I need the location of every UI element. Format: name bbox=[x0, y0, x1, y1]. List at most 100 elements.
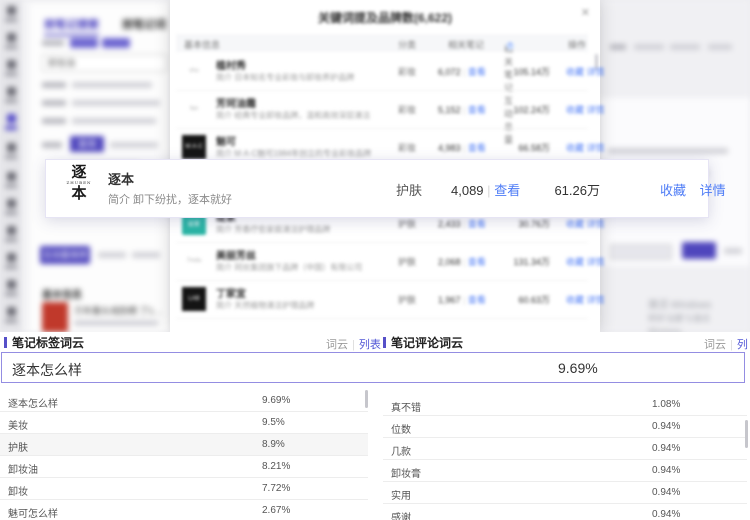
filter-chip[interactable] bbox=[70, 38, 98, 48]
fav-link[interactable]: 收藏 bbox=[566, 257, 584, 267]
detail-link[interactable]: 详情 bbox=[587, 257, 605, 267]
list-item[interactable]: 卸妆油8.21% bbox=[0, 456, 368, 478]
note-title[interactable]: 万年重头戏防晒 了1… bbox=[74, 304, 163, 317]
section-bar bbox=[4, 337, 7, 348]
sidebar-item[interactable] bbox=[4, 280, 18, 300]
view-link[interactable]: 查看 bbox=[468, 295, 486, 305]
brand-logo: M·A·C bbox=[182, 135, 206, 159]
brand-desc: 简介 卸下纷扰，逐本就好 bbox=[108, 191, 232, 207]
list-item[interactable]: 护肤8.9% bbox=[0, 434, 368, 456]
view-link[interactable]: 查看 bbox=[468, 105, 486, 115]
fav-link[interactable]: 收藏 bbox=[660, 183, 686, 198]
tag-cloud-toggle: 词云|列表 bbox=[326, 336, 381, 352]
brand-category: 护肤 bbox=[396, 180, 422, 199]
tag-list-scrollbar[interactable] bbox=[365, 390, 368, 408]
modal-title: 关键词提及品牌数(6,622) bbox=[170, 9, 600, 26]
bg-query-button[interactable] bbox=[682, 242, 716, 259]
bg-section-title: 基本信息 bbox=[42, 286, 82, 301]
col-actions: 操作 bbox=[568, 38, 586, 51]
nav-icon bbox=[7, 253, 16, 262]
view-link[interactable]: 查看 bbox=[468, 219, 486, 229]
nav-icon bbox=[7, 307, 16, 316]
detail-link[interactable]: 详情 bbox=[587, 105, 605, 115]
tooltip-label: 逐本怎么样 bbox=[12, 360, 82, 380]
detail-link[interactable]: 详情 bbox=[700, 183, 726, 198]
toggle-list[interactable]: 列表 bbox=[359, 339, 381, 351]
toggle-cloud[interactable]: 词云 bbox=[326, 339, 348, 351]
view-link[interactable]: 查看 bbox=[468, 257, 486, 267]
nav-icon bbox=[7, 33, 16, 42]
sidebar-item[interactable] bbox=[4, 33, 18, 53]
list-item[interactable]: 感谢0.94% bbox=[383, 504, 747, 520]
info-icon[interactable]: ? bbox=[506, 42, 514, 50]
fav-link[interactable]: 收藏 bbox=[566, 295, 584, 305]
comment-cloud-list: 真不错1.08% 位数0.94% 几款0.94% 卸妆膏0.94% 实用0.94… bbox=[383, 394, 747, 520]
list-item[interactable]: 卸妆膏0.94% bbox=[383, 460, 747, 482]
tab-search-by-note[interactable]: 按笔记搜索 bbox=[44, 16, 99, 36]
view-link[interactable]: 查看 bbox=[468, 67, 486, 77]
sidebar-item[interactable] bbox=[4, 172, 18, 192]
toggle-cloud[interactable]: 词云 bbox=[704, 339, 726, 351]
comment-list-scrollbar[interactable] bbox=[745, 420, 748, 448]
list-item[interactable]: 位数0.94% bbox=[383, 416, 747, 438]
sidebar-item-active[interactable] bbox=[4, 114, 18, 134]
tab-search-by-word[interactable]: 按笔记词 bbox=[122, 16, 166, 32]
list-item[interactable]: 魅可怎么样2.67% bbox=[0, 500, 368, 520]
detail-link[interactable]: 详情 bbox=[587, 219, 605, 229]
sidebar-item[interactable] bbox=[4, 87, 18, 107]
fav-link[interactable]: 收藏 bbox=[566, 143, 584, 153]
list-item[interactable]: 美妆9.5% bbox=[0, 412, 368, 434]
nav-icon bbox=[7, 6, 16, 15]
filter-chip[interactable] bbox=[102, 38, 130, 48]
list-item[interactable]: 卸妆7.72% bbox=[0, 478, 368, 500]
nav-icon bbox=[7, 172, 16, 181]
brand-interactions: 61.26万 bbox=[526, 180, 600, 199]
sort-button[interactable]: 互动量排序 bbox=[40, 246, 90, 264]
detail-link[interactable]: 详情 bbox=[587, 143, 605, 153]
list-item[interactable]: 逐本怎么样9.69% bbox=[0, 390, 368, 412]
highlighted-brand-row[interactable]: 逐 ZHUBEN 本 逐本 简介 卸下纷扰，逐本就好 护肤 4,089 | 查看… bbox=[45, 159, 709, 218]
note-thumbnail[interactable] bbox=[42, 302, 68, 332]
brand-logo: fan bbox=[182, 97, 206, 121]
list-item[interactable]: 真不错1.08% bbox=[383, 394, 747, 416]
hover-tooltip-row: 逐本怎么样 9.69% bbox=[1, 352, 745, 383]
nav-icon bbox=[7, 226, 16, 235]
table-row[interactable]: LAB 丁家宜 简介 天然植物清洁护理品牌 护肤 1,967 | 查看 60.6… bbox=[176, 280, 588, 319]
view-link[interactable]: 查看 bbox=[494, 183, 520, 198]
table-row[interactable]: shu 植村秀 简介 日本知名专业彩妆与卸妆养护品牌 彩妆 6,072 | 查看… bbox=[176, 52, 588, 91]
sidebar-item[interactable] bbox=[4, 253, 18, 273]
nav-icon bbox=[7, 143, 16, 152]
sidebar-item[interactable] bbox=[4, 60, 18, 80]
detail-link[interactable]: 详情 bbox=[587, 295, 605, 305]
fav-link[interactable]: 收藏 bbox=[566, 219, 584, 229]
nav-sidebar bbox=[0, 0, 22, 332]
sidebar-item[interactable] bbox=[4, 6, 18, 26]
nav-icon bbox=[7, 114, 16, 123]
brand-actions: 收藏 详情 bbox=[660, 180, 736, 199]
brand-logo: shu bbox=[182, 59, 206, 83]
brand-notes: 4,089 | 查看 bbox=[451, 180, 520, 199]
close-icon[interactable]: ✕ bbox=[581, 6, 590, 19]
brand-logo: LAB bbox=[182, 287, 206, 311]
sidebar-item[interactable] bbox=[4, 226, 18, 246]
section-bar bbox=[383, 337, 386, 348]
detail-link[interactable]: 详情 bbox=[587, 67, 605, 77]
list-item[interactable]: 实用0.94% bbox=[383, 482, 747, 504]
table-row[interactable]: fan 芳珂油霜 简介 经典专业卸妆品牌，温和高效深层清洁 彩妆 5,152 |… bbox=[176, 90, 588, 129]
view-link[interactable]: 查看 bbox=[468, 143, 486, 153]
col-category: 分类 bbox=[398, 38, 416, 51]
list-item[interactable]: 几款0.94% bbox=[383, 438, 747, 460]
fav-link[interactable]: 收藏 bbox=[566, 105, 584, 115]
comment-cloud-title: 笔记评论词云 bbox=[383, 334, 463, 350]
query-button[interactable]: 查询 bbox=[70, 136, 104, 152]
sidebar-item[interactable] bbox=[4, 307, 18, 327]
tooltip-value: 9.69% bbox=[558, 360, 598, 376]
zhuben-logo: 逐 ZHUBEN 本 bbox=[60, 165, 98, 211]
fav-link[interactable]: 收藏 bbox=[566, 67, 584, 77]
table-row[interactable]: 7mdu 美丽芳丝 简介 珂丝集团旗下品牌（中国）有限公司 护肤 2,068 |… bbox=[176, 242, 588, 281]
sidebar-item[interactable] bbox=[4, 143, 18, 163]
tag-cloud-list: 逐本怎么样9.69% 美妆9.5% 护肤8.9% 卸妆油8.21% 卸妆7.72… bbox=[0, 390, 368, 520]
sidebar-item[interactable] bbox=[4, 199, 18, 219]
app-window: 按笔记搜索 按笔记词 卸妆油 查询 互动量排序 基本信息 bbox=[0, 0, 750, 520]
keyword-input[interactable]: 卸妆油 bbox=[42, 54, 167, 72]
